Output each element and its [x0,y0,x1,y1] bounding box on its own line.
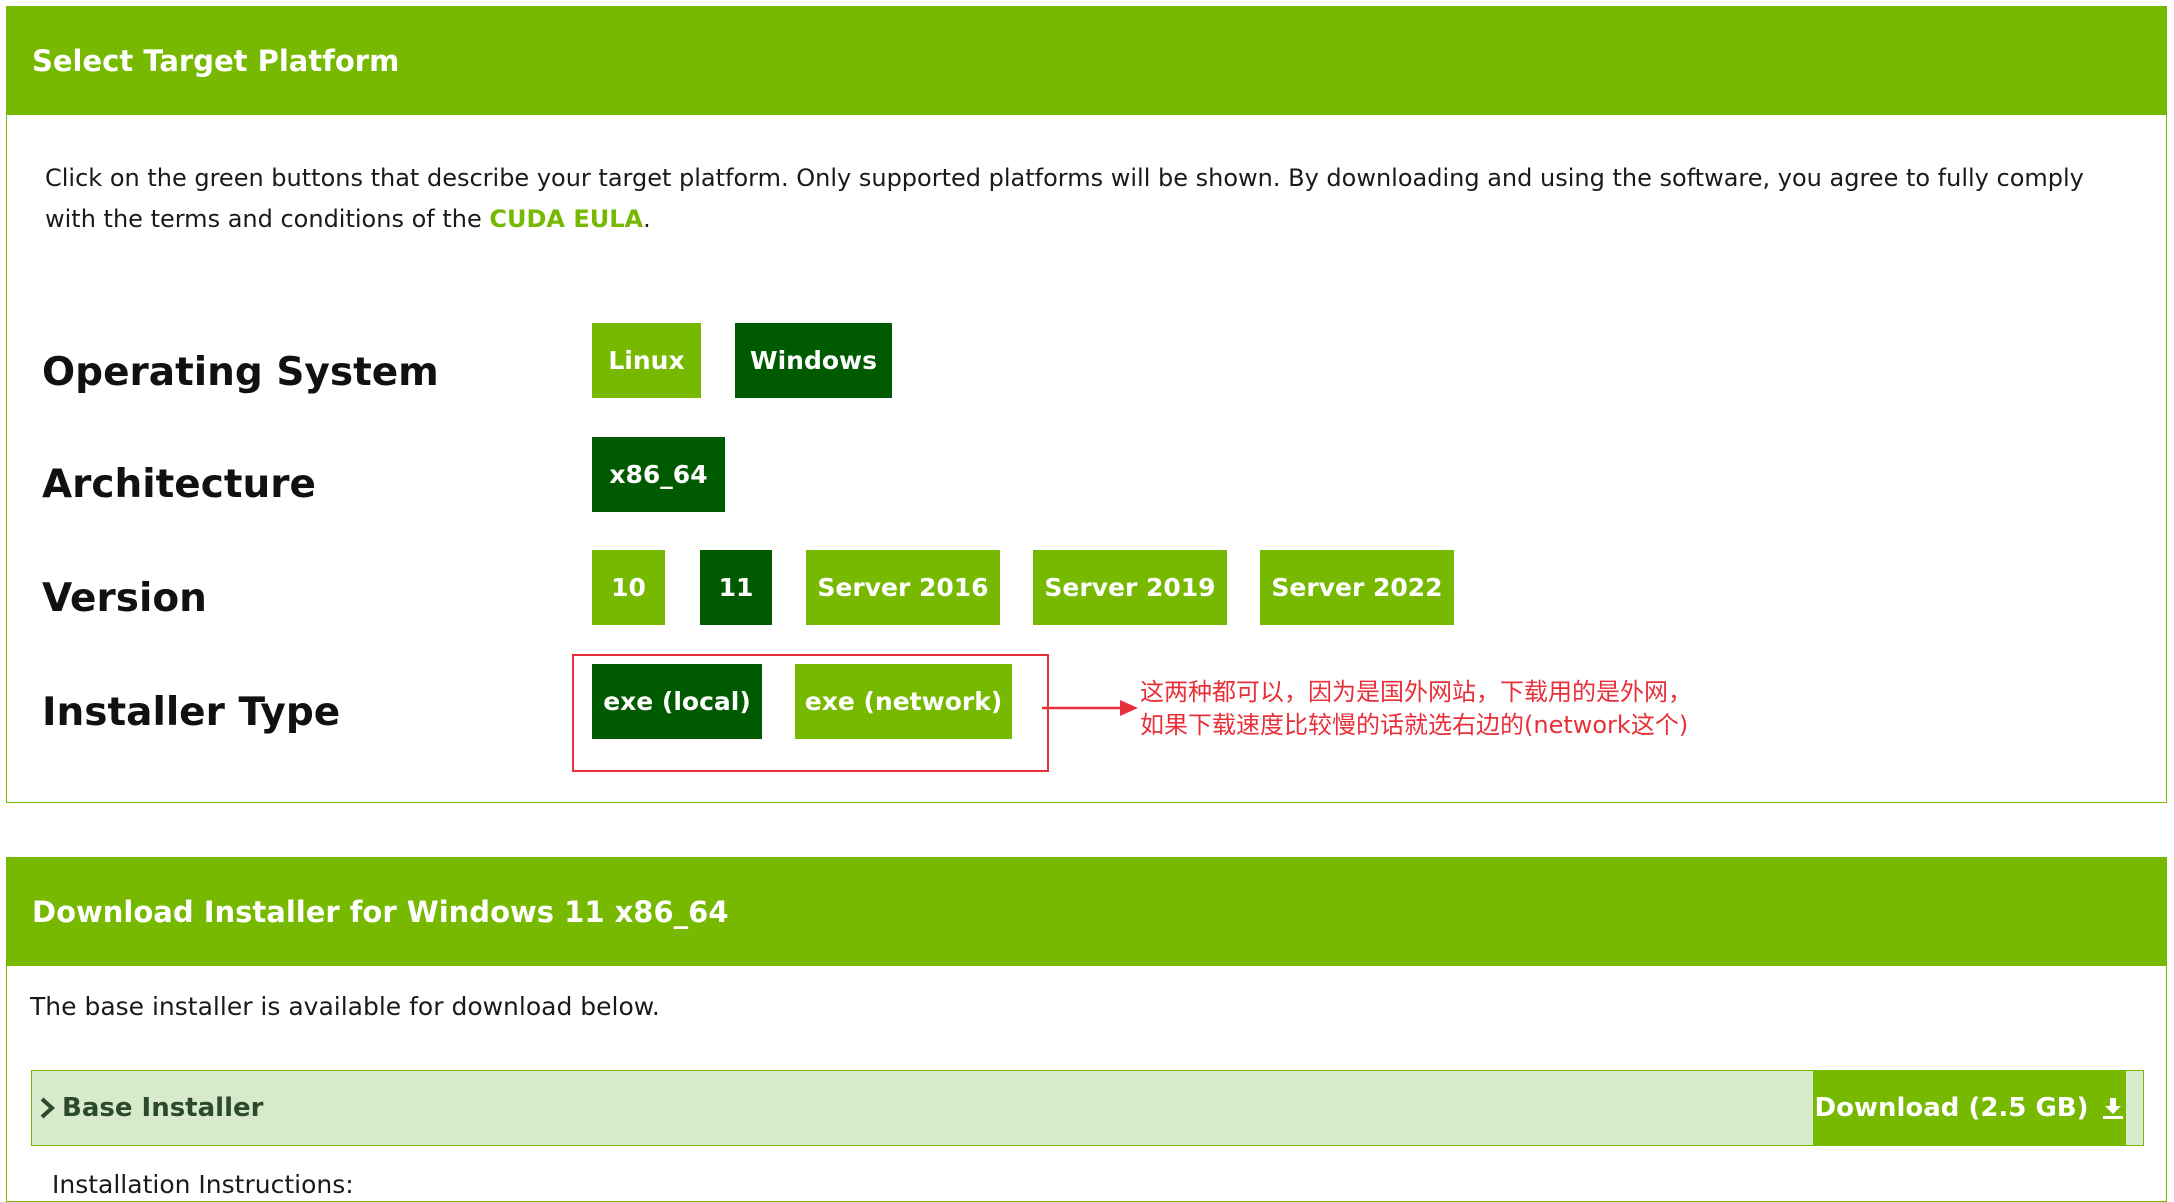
download-button-label: Download (2.5 GB) [1814,1093,2089,1123]
annotation-line-1: 这两种都可以，因为是国外网站，下载用的是外网， [1140,678,1692,706]
version-option-server-2016[interactable]: Server 2016 [806,550,1000,625]
version-option-server-2019[interactable]: Server 2019 [1033,550,1227,625]
arch-option-x86_64[interactable]: x86_64 [592,437,725,512]
base-installer-description: The base installer is available for down… [30,992,660,1021]
intro-text: Click on the green buttons that describe… [45,164,2084,233]
annotation-line-2: 如果下载速度比较慢的话就选右边的(network这个) [1140,711,1689,739]
download-header: Download Installer for Windows 11 x86_64 [7,858,2166,966]
architecture-label: Architecture [42,462,316,507]
version-label: Version [42,576,207,621]
version-option-11[interactable]: 11 [700,550,772,625]
base-installer-label: Base Installer [62,1093,264,1123]
base-installer-row: Base Installer Download (2.5 GB) [31,1070,2144,1146]
annotation-highlight-box [572,654,1049,772]
version-option-10[interactable]: 10 [592,550,665,625]
download-button[interactable]: Download (2.5 GB) [1813,1070,2126,1146]
cuda-eula-link[interactable]: CUDA EULA [489,205,643,233]
chevron-right-icon [40,1097,55,1119]
panel-title: Select Target Platform [32,44,400,78]
os-option-windows[interactable]: Windows [735,323,892,398]
installer-type-label: Installer Type [42,690,341,735]
os-option-linux[interactable]: Linux [592,323,701,398]
base-installer-toggle[interactable]: Base Installer [38,1071,263,1145]
download-title: Download Installer for Windows 11 x86_64 [32,895,729,929]
download-icon [2102,1098,2123,1119]
select-platform-panel: Select Target Platform [6,6,2167,803]
download-panel: Download Installer for Windows 11 x86_64 [6,857,2167,1202]
annotation-arrow-icon [1042,700,1138,716]
os-label: Operating System [42,350,439,395]
select-platform-header: Select Target Platform [7,7,2166,115]
version-option-server-2022[interactable]: Server 2022 [1260,550,1454,625]
annotation-note: 这两种都可以，因为是国外网站，下载用的是外网， 如果下载速度比较慢的话就选右边的… [1140,676,1692,742]
